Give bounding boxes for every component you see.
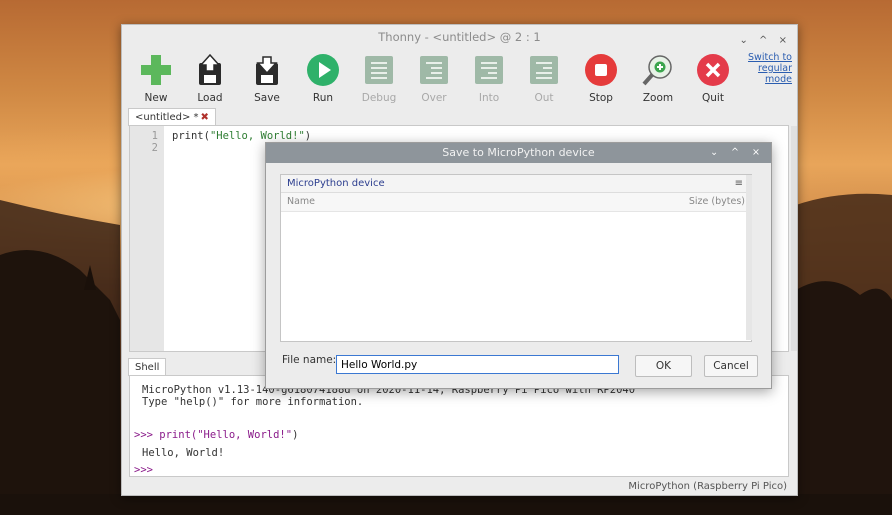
editor-tab-label: <untitled> *: [135, 112, 199, 123]
zoom-button[interactable]: Zoom: [633, 49, 683, 104]
zoom-icon: [641, 53, 675, 87]
code-string: "Hello, World!": [209, 130, 305, 142]
shell-prompt: >>>: [134, 429, 153, 441]
shell-banner-help: Type "help()" for more information.: [142, 396, 364, 408]
load-icon: [193, 53, 227, 87]
code-line[interactable]: print("Hello, World!"): [172, 130, 311, 142]
line-number: 2: [151, 142, 158, 154]
cancel-button[interactable]: Cancel: [704, 355, 758, 377]
over-icon: [417, 53, 451, 87]
column-name[interactable]: Name: [287, 196, 315, 207]
file-list-scrollbar[interactable]: [746, 175, 752, 340]
save-dialog: Save to MicroPython device ⌄ ^ × MicroPy…: [265, 142, 772, 389]
shell-cmd-end: ): [292, 429, 299, 441]
run-button[interactable]: Run: [298, 49, 348, 104]
over-button[interactable]: Over: [409, 49, 459, 104]
shell-cmd-str: "Hello, World!": [197, 429, 293, 441]
device-file-browser: MicroPython device ≡ Name Size (bytes): [280, 174, 752, 342]
editor-scrollbar[interactable]: [791, 126, 797, 351]
device-panel-title: MicroPython device: [287, 178, 385, 189]
plus-icon: [139, 53, 173, 87]
stop-icon: [584, 53, 618, 87]
save-icon: [250, 53, 284, 87]
window-title: Thonny - <untitled> @ 2 : 1: [378, 30, 541, 44]
window-controls[interactable]: ⌄ ^ ×: [740, 29, 792, 53]
zoom-label: Zoom: [642, 92, 674, 104]
stop-label: Stop: [589, 92, 613, 104]
stop-button[interactable]: Stop: [576, 49, 626, 104]
shell-prompt-current[interactable]: >>>: [134, 464, 153, 476]
file-list-header: Name Size (bytes): [281, 193, 751, 212]
quit-label: Quit: [702, 92, 724, 104]
file-name-label: File name:: [282, 354, 337, 366]
switch-mode-link[interactable]: Switch to regular mode: [744, 52, 792, 85]
save-label: Save: [254, 92, 280, 104]
shell-console[interactable]: MicroPython v1.13-140-g618074188d on 202…: [129, 375, 789, 477]
line-number-gutter: 1 2: [130, 126, 164, 351]
editor-tabbar: <untitled> * ✖: [128, 108, 216, 126]
new-button[interactable]: New: [131, 49, 181, 104]
shell-tab[interactable]: Shell: [128, 358, 167, 376]
code-paren: ): [304, 130, 312, 142]
ok-button[interactable]: OK: [635, 355, 692, 377]
shell-tabbar: Shell: [128, 358, 167, 376]
quit-button[interactable]: Quit: [688, 49, 738, 104]
code-function: print(: [172, 130, 210, 142]
load-label: Load: [197, 92, 223, 104]
into-label: Into: [478, 92, 500, 104]
column-size[interactable]: Size (bytes): [689, 193, 745, 211]
out-button[interactable]: Out: [519, 49, 569, 104]
load-button[interactable]: Load: [185, 49, 235, 104]
editor-tab[interactable]: <untitled> * ✖: [128, 108, 216, 126]
shell-command-line: >>> print("Hello, World!"): [134, 429, 298, 441]
debug-label: Debug: [361, 92, 397, 104]
quit-icon: [696, 53, 730, 87]
debug-icon: [362, 53, 396, 87]
into-icon: [472, 53, 506, 87]
shell-output: Hello, World!: [142, 447, 225, 459]
device-panel-header: MicroPython device ≡: [281, 175, 751, 193]
file-name-input[interactable]: [336, 355, 619, 374]
into-button[interactable]: Into: [464, 49, 514, 104]
dialog-controls[interactable]: ⌄ ^ ×: [710, 143, 765, 163]
interpreter-status[interactable]: MicroPython (Raspberry Pi Pico): [628, 481, 787, 492]
out-label: Out: [534, 92, 554, 104]
dialog-titlebar: Save to MicroPython device ⌄ ^ ×: [266, 143, 771, 163]
window-titlebar: Thonny - <untitled> @ 2 : 1 ⌄ ^ ×: [122, 25, 797, 49]
line-number: 1: [151, 130, 158, 142]
run-label: Run: [312, 92, 334, 104]
over-label: Over: [421, 92, 447, 104]
dialog-title: Save to MicroPython device: [442, 146, 595, 159]
save-button[interactable]: Save: [242, 49, 292, 104]
run-icon: [306, 53, 340, 87]
shell-cmd-fn: print(: [152, 429, 198, 441]
debug-button[interactable]: Debug: [354, 49, 404, 104]
new-label: New: [144, 92, 168, 104]
out-icon: [527, 53, 561, 87]
close-tab-icon[interactable]: ✖: [201, 112, 209, 123]
menu-icon[interactable]: ≡: [735, 175, 743, 192]
